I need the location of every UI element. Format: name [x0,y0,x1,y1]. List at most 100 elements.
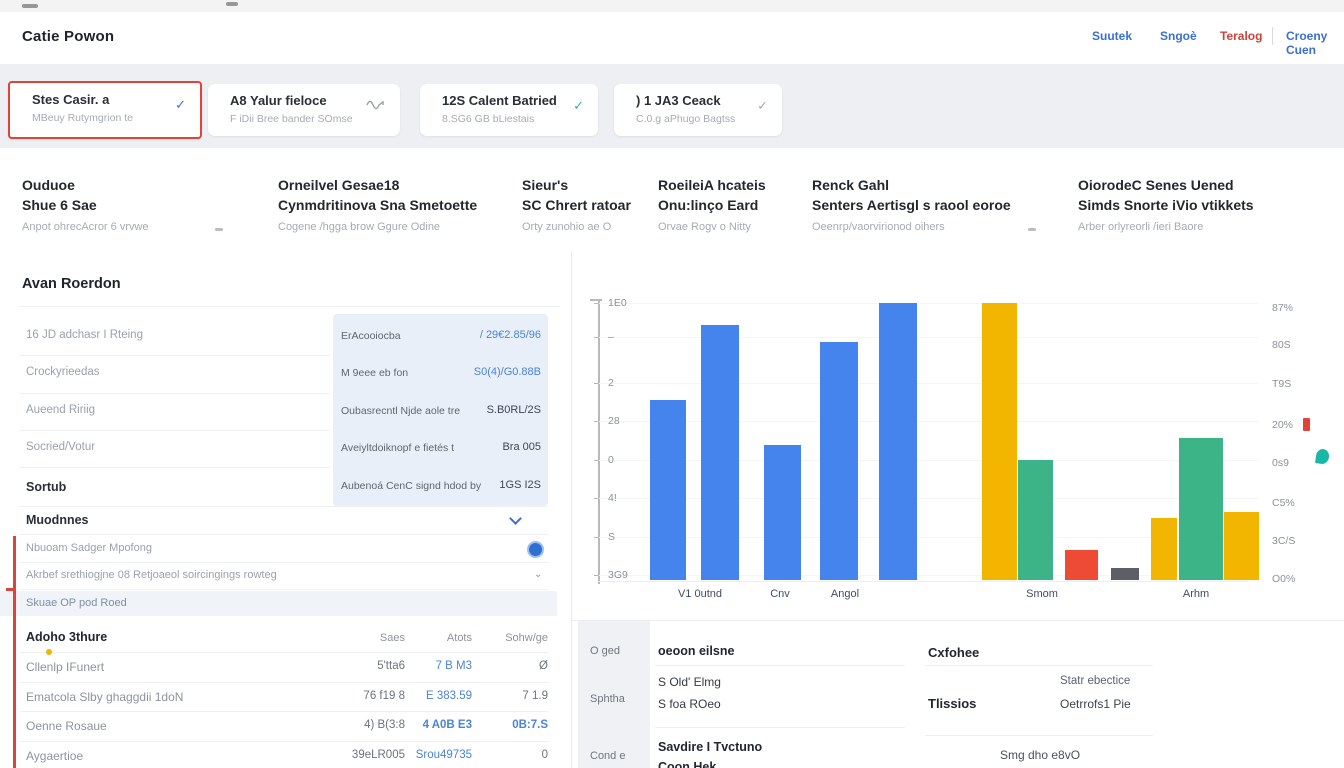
y-tick [594,383,599,384]
nav-link-2[interactable]: Sngoè [1160,29,1197,43]
sidebar-item[interactable]: Cond e [590,750,625,762]
stat-card[interactable]: A8 Yalur fieloce F iDii Bree bander SOms… [208,84,400,136]
caret-mark-icon [215,228,223,231]
page-title: Catie Powon [22,28,114,45]
box-label: Aubenoá CenC signd hdod by [341,480,481,492]
divider [20,355,330,356]
divider [20,306,560,307]
chart-bar[interactable] [650,400,686,580]
nav-link-1[interactable]: Suutek [1092,29,1132,43]
feature-title[interactable]: Shue 6 Sae [22,197,97,213]
stat-card-highlighted[interactable]: Stes Casir. a MBeuy Rutymgrion te ✓ [8,81,202,139]
table-row-name: Cllenlp IFunert [26,660,104,674]
box-value[interactable]: Bra 005 [502,441,541,453]
legend-red-marker [1303,418,1310,431]
divider [20,430,330,431]
box-label: Aveiyltdoiknopf e fietés t [341,442,454,454]
detail-line: Oetrrofs1 Pie [1060,697,1131,711]
stat-card[interactable]: ) 1 JA3 Ceack C.0.g aPhugo Bagtss ✓ [614,84,782,136]
x-axis-label: Smom [997,588,1087,600]
y-tick [594,575,599,576]
chart-bar[interactable] [982,303,1017,580]
squiggle-arrow-icon [366,96,386,115]
small-caret-icon[interactable]: ⌄ [534,569,542,580]
annotation-red-tick [6,588,14,591]
chart-bar[interactable] [879,303,917,580]
box-value[interactable]: 1GS I2S [499,479,541,491]
feature-title[interactable]: OiorodeC Senes Uened [1078,177,1234,193]
chart-bar[interactable] [1065,550,1098,580]
link-row[interactable]: Akrbef srethiogjne 08 Retjoaeol soircing… [26,569,277,581]
column-header: Sohw/ge [472,632,548,644]
table-cell-link[interactable]: 0B:7.S [472,719,548,731]
stat-card[interactable]: 12S Calent Batried 8.SG6 GB bLiestais ✓ [420,84,598,136]
table-cell-link[interactable]: E 383.59 [392,690,472,702]
gridline [598,421,1258,422]
row-label: Sortub [26,480,66,494]
divider [20,682,548,683]
bottom-middle-sidebar: O ged Sphtha Cond e [578,621,650,768]
link-row[interactable]: Nbuoam Sadger Mpofong [26,542,152,554]
sidebar-item[interactable]: O ged [590,645,620,657]
chart-bar[interactable] [1111,568,1139,580]
divider [20,652,548,653]
divider [925,735,1153,736]
table-cell-link[interactable]: Srou49735 [392,749,472,761]
box-value[interactable]: S0(4)/G0.88B [474,366,541,378]
link-row[interactable]: Skuae OP pod Roed [26,597,127,609]
box-value[interactable]: / 29€2.85/96 [480,329,541,341]
table-cell-link[interactable]: 4 A0B E3 [392,719,472,731]
caret-mark-icon [1028,228,1036,231]
feature-subtitle: Arber orlyreorli /ieri Baore [1078,221,1203,233]
divider [925,665,1153,666]
feature-title[interactable]: Onu:linço Eard [658,197,758,213]
feature-title[interactable]: Senters Aertisgl s raool eoroe [812,197,1011,213]
panel-heading: Avan Roerdon [22,276,121,292]
nav-link-3[interactable]: Teralog [1220,29,1262,43]
chart-bar[interactable] [1179,438,1223,580]
y-tick [594,303,599,304]
footer-text: Smg dho e8vO [1000,748,1080,762]
box-value[interactable]: S.B0RL/2S [487,404,541,416]
feature-title[interactable]: Cynmdritinova Sna Smetoette [278,197,477,213]
nav-link-4[interactable]: Croeny Cuen [1286,29,1344,57]
feature-title[interactable]: RoeileiA hcateis [658,177,766,193]
feature-title[interactable]: Sieur's [522,177,568,193]
box-label: M 9eee eb fon [341,367,408,379]
detail-line: Statr ebectice [1060,675,1130,687]
feature-title[interactable]: Orneilvel Gesae18 [278,177,399,193]
y-tick [594,421,599,422]
feature-title[interactable]: SC Chrert ratoar [522,197,631,213]
chart-bar[interactable] [1018,460,1053,580]
chart-bar[interactable] [1151,518,1177,580]
gridline [598,498,1258,499]
stat-card-subtitle: F iDii Bree bander SOmse [230,113,353,125]
link-strip[interactable]: Skuae OP pod Roed [0,591,557,616]
table-row-name: Aygaertioe [26,749,83,763]
feature-subtitle: Orty zunohio ae O [522,221,611,233]
stat-card-title: Stes Casir. a [32,92,109,107]
check-icon: ✓ [573,98,584,114]
chart-bar[interactable] [764,445,801,580]
feature-title[interactable]: Simds Snorte iVio vtikkets [1078,197,1254,213]
entry-title: oeoon eilsne [658,644,734,658]
divider [20,534,548,535]
entry-title: Savdire I Tvctuno [658,740,762,754]
annotation-red-line [13,536,16,768]
entry-line: Coon Hek [658,760,716,768]
feature-subtitle: Cogene /hgga brow Ggure Odine [278,221,440,233]
sidebar-item[interactable]: Sphtha [590,693,625,705]
nav-separator [1272,27,1273,45]
check-icon: ✓ [175,97,186,113]
chart-bar[interactable] [820,342,858,580]
table-cell-link[interactable]: 7 B M3 [392,660,472,672]
chart-bar[interactable] [701,325,739,580]
chart-bar[interactable] [1224,512,1259,580]
feature-title[interactable]: Renck Gahl [812,177,889,193]
blue-dot-icon[interactable] [527,541,544,558]
divider [20,562,548,563]
y-axis-label: – [608,331,614,343]
expander-label[interactable]: Muodnnes [26,513,89,527]
feature-title[interactable]: Ouduoe [22,177,75,193]
panel-heading: Cxfohee [928,645,979,660]
